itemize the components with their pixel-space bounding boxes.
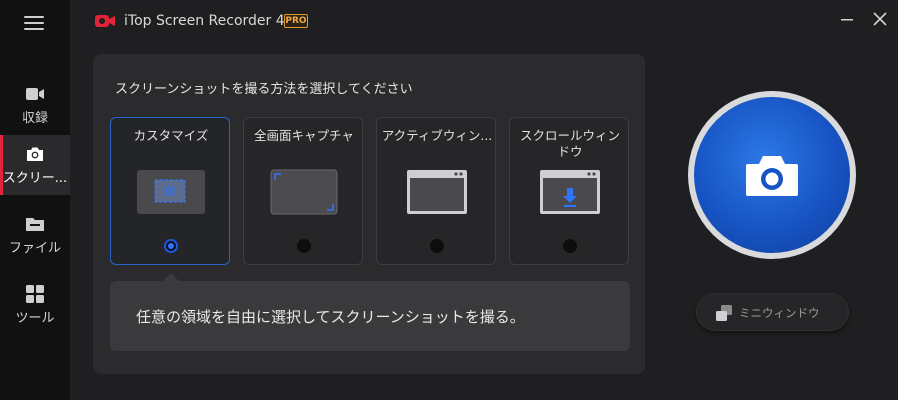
option-custom[interactable]: カスタマイズ	[110, 117, 230, 265]
custom-region-icon	[137, 170, 205, 214]
sidebar: 収録 スクリー... ファイル ツール	[0, 0, 70, 400]
option-fullscreen[interactable]: 全画面キャプチャ	[243, 117, 363, 265]
mini-window-icon	[716, 305, 732, 321]
camera-icon	[27, 147, 43, 161]
mini-window-button[interactable]: ミニウィンドウ	[696, 293, 849, 331]
folder-icon	[26, 218, 44, 231]
option-radio[interactable]	[563, 239, 577, 253]
minimize-icon[interactable]	[836, 8, 858, 30]
mini-window-label: ミニウィンドウ	[739, 306, 820, 320]
option-label: アクティブウィン...	[381, 128, 493, 143]
option-scroll-window[interactable]: スクロールウィンドウ	[509, 117, 629, 265]
close-icon[interactable]	[869, 8, 891, 30]
sidebar-item-label: 収録	[21, 111, 48, 126]
capture-button-ring	[688, 91, 856, 259]
option-label: スクロールウィンドウ	[519, 128, 620, 159]
hamburger-menu-icon[interactable]	[24, 15, 44, 31]
sidebar-item-label: ツール	[15, 311, 55, 326]
pro-badge: PRO	[284, 14, 308, 28]
app-window: 収録 スクリー... ファイル ツール iTop Screen Recorder…	[0, 0, 898, 400]
panel-title: スクリーンショットを撮る方法を選択してください	[115, 82, 413, 97]
option-radio[interactable]	[297, 239, 311, 253]
sidebar-item-label: スクリー...	[2, 171, 68, 186]
video-camera-icon	[26, 88, 44, 100]
option-label: 全画面キャプチャ	[254, 128, 354, 143]
sidebar-item-screenshot[interactable]: スクリー...	[0, 135, 70, 195]
scroll-window-icon	[540, 170, 600, 214]
screenshot-mode-panel: スクリーンショットを撮る方法を選択してください カスタマイズ 全画面キャプチャ	[93, 54, 645, 374]
option-radio[interactable]	[430, 239, 444, 253]
active-window-icon	[407, 170, 467, 214]
grid-tools-icon	[26, 285, 44, 303]
app-title: iTop Screen Recorder 4.0	[124, 13, 299, 29]
option-radio[interactable]	[164, 239, 178, 253]
sidebar-item-tools[interactable]: ツール	[0, 275, 70, 335]
description-box: 任意の領域を自由に選択してスクリーンショットを撮る。	[110, 281, 630, 351]
option-label: カスタマイズ	[133, 128, 209, 143]
capture-button[interactable]	[694, 97, 850, 253]
app-logo-icon	[95, 15, 115, 27]
fullscreen-capture-icon	[270, 169, 338, 215]
sidebar-item-label: ファイル	[8, 241, 61, 256]
description-pointer	[163, 273, 179, 281]
option-active-window[interactable]: アクティブウィン...	[376, 117, 496, 265]
camera-shutter-icon	[746, 156, 798, 196]
sidebar-item-record[interactable]: 収録	[0, 75, 70, 135]
description-text: 任意の領域を自由に選択してスクリーンショットを撮る。	[136, 308, 525, 326]
sidebar-item-files[interactable]: ファイル	[0, 205, 70, 265]
